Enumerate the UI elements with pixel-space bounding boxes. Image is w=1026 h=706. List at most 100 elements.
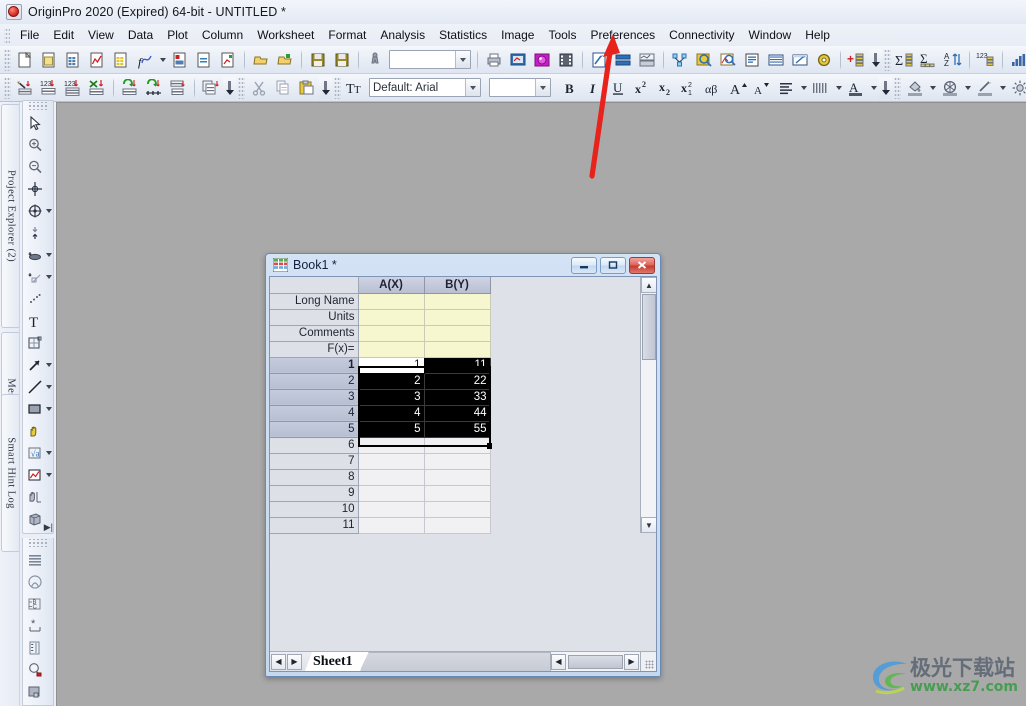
worksheet-script-icon[interactable]	[765, 49, 787, 71]
new-function-plot-dropdown-arrow[interactable]	[157, 49, 168, 71]
meta-cell-a-units[interactable]	[358, 309, 425, 326]
cell-a9[interactable]	[358, 485, 425, 502]
menu-item-statistics[interactable]: Statistics	[432, 26, 494, 44]
toolbar-grip[interactable]	[4, 76, 11, 99]
fill-color-icon[interactable]	[904, 77, 926, 99]
menu-item-window[interactable]: Window	[742, 26, 799, 44]
meta-cell-a-fx[interactable]	[358, 341, 425, 358]
toolbar-grip[interactable]	[238, 76, 245, 99]
pointer-icon[interactable]	[23, 112, 53, 134]
toolbar-overflow-button[interactable]	[879, 76, 892, 99]
new-matrix-icon[interactable]	[110, 49, 132, 71]
maximize-button[interactable]	[600, 256, 626, 274]
fill-color-dropdown-arrow[interactable]	[927, 77, 938, 99]
font-color-dropdown-arrow[interactable]	[868, 77, 879, 99]
table-row[interactable]: 5 5 55	[270, 421, 491, 438]
greek-icon[interactable]: αβ	[703, 77, 725, 99]
menu-item-preferences[interactable]: Preferences	[583, 26, 662, 44]
next-sheet-button[interactable]: ▶	[287, 653, 302, 670]
toolbar-overflow-button[interactable]	[223, 76, 236, 99]
data-selector-icon[interactable]	[23, 222, 53, 244]
close-button[interactable]	[629, 256, 655, 274]
sum-statistics-icon[interactable]: Σ	[894, 49, 916, 71]
run-script-icon[interactable]	[364, 49, 386, 71]
graph-insert-dropdown-arrow[interactable]	[46, 473, 52, 477]
superscript-icon[interactable]: x2	[631, 77, 653, 99]
code-builder-icon[interactable]	[813, 49, 835, 71]
sub-superscript-icon[interactable]: x21	[679, 77, 701, 99]
cell-b9[interactable]	[424, 485, 491, 502]
stack-columns-icon[interactable]	[143, 77, 165, 99]
table-row[interactable]: 4 4 44	[270, 405, 491, 422]
cell-b1[interactable]: 11	[424, 357, 491, 374]
arrow-tool-icon[interactable]	[23, 354, 53, 376]
font-size-combo[interactable]	[489, 78, 551, 97]
scale-bar-icon[interactable]	[23, 637, 53, 659]
cell-b2[interactable]: 22	[424, 373, 491, 390]
graph-insert-icon[interactable]	[23, 464, 53, 486]
cell-a2[interactable]: 2	[358, 373, 425, 390]
table-row[interactable]: 9	[270, 485, 491, 502]
clear-worksheet-icon[interactable]	[86, 77, 108, 99]
scroll-left-button[interactable]: ◀	[551, 653, 566, 670]
regional-data-selector-icon[interactable]	[23, 266, 53, 288]
menu-item-connectivity[interactable]: Connectivity	[662, 26, 741, 44]
cell-a1[interactable]: 1	[358, 357, 425, 374]
cell-a6[interactable]	[358, 437, 425, 454]
menu-item-help[interactable]: Help	[798, 26, 837, 44]
cell-b10[interactable]	[424, 501, 491, 518]
chevron-down-icon[interactable]	[535, 79, 550, 96]
font-color-icon[interactable]: A	[845, 77, 867, 99]
pattern-color-dropdown-arrow[interactable]	[962, 77, 973, 99]
select-all-corner[interactable]	[270, 277, 359, 294]
cell-a7[interactable]	[358, 453, 425, 470]
rectangle-tool-dropdown-arrow[interactable]	[46, 407, 52, 411]
mean-statistics-icon[interactable]: Σ	[918, 49, 940, 71]
project-explorer-icon[interactable]	[789, 49, 811, 71]
pattern-color-icon[interactable]	[939, 77, 961, 99]
cell-a8[interactable]	[358, 469, 425, 486]
cell-b6[interactable]	[424, 437, 491, 454]
text-tool-icon[interactable]: T	[23, 310, 53, 332]
meta-cell-a-long-name[interactable]	[358, 293, 425, 310]
sort-worksheet-icon[interactable]: AZ	[942, 49, 964, 71]
object-edit-icon[interactable]	[23, 332, 53, 354]
toolbar-grip[interactable]	[334, 76, 341, 99]
transpose-icon[interactable]	[119, 77, 141, 99]
window-selector-combo[interactable]	[389, 50, 471, 69]
equation-tool-dropdown-arrow[interactable]	[46, 451, 52, 455]
font-name-combo[interactable]: Default: Arial	[369, 78, 481, 97]
data-reader-dropdown-arrow[interactable]	[46, 209, 52, 213]
minimize-button[interactable]	[571, 256, 597, 274]
new-project-icon[interactable]	[14, 49, 36, 71]
menu-item-tools[interactable]: Tools	[541, 26, 583, 44]
new-notes-icon[interactable]	[193, 49, 215, 71]
table-row[interactable]: 11	[270, 517, 491, 534]
vertical-scroll-thumb[interactable]	[642, 294, 656, 360]
open-project-icon[interactable]	[250, 49, 272, 71]
menu-item-edit[interactable]: Edit	[46, 26, 81, 44]
equation-tool-icon[interactable]: √a	[23, 442, 53, 464]
cell-a3[interactable]: 3	[358, 389, 425, 406]
screen-reader-icon[interactable]	[23, 178, 53, 200]
increase-font-icon[interactable]: A	[727, 77, 749, 99]
cell-a5[interactable]: 5	[358, 421, 425, 438]
bold-icon[interactable]: B	[559, 77, 581, 99]
video-builder-icon[interactable]	[555, 49, 577, 71]
cell-b3[interactable]: 33	[424, 389, 491, 406]
lines-tool-icon[interactable]	[23, 549, 53, 571]
reduce-rows-icon[interactable]	[167, 77, 189, 99]
workbook-title-bar[interactable]: Book1 *	[269, 254, 657, 276]
cell-b5[interactable]: 55	[424, 421, 491, 438]
cell-b7[interactable]	[424, 453, 491, 470]
toolbar-grip[interactable]	[894, 76, 901, 99]
underline-icon[interactable]: U	[607, 77, 629, 99]
bc-tool-icon[interactable]: BC	[23, 593, 53, 615]
data-reader-icon[interactable]	[23, 200, 53, 222]
arc-tool-icon[interactable]	[23, 571, 53, 593]
column-width-dropdown-arrow[interactable]	[833, 77, 844, 99]
cell-b4[interactable]: 44	[424, 405, 491, 422]
row-header-7[interactable]: 7	[270, 453, 359, 470]
row-header-6[interactable]: 6	[270, 437, 359, 454]
send-graph-icon[interactable]	[507, 49, 529, 71]
